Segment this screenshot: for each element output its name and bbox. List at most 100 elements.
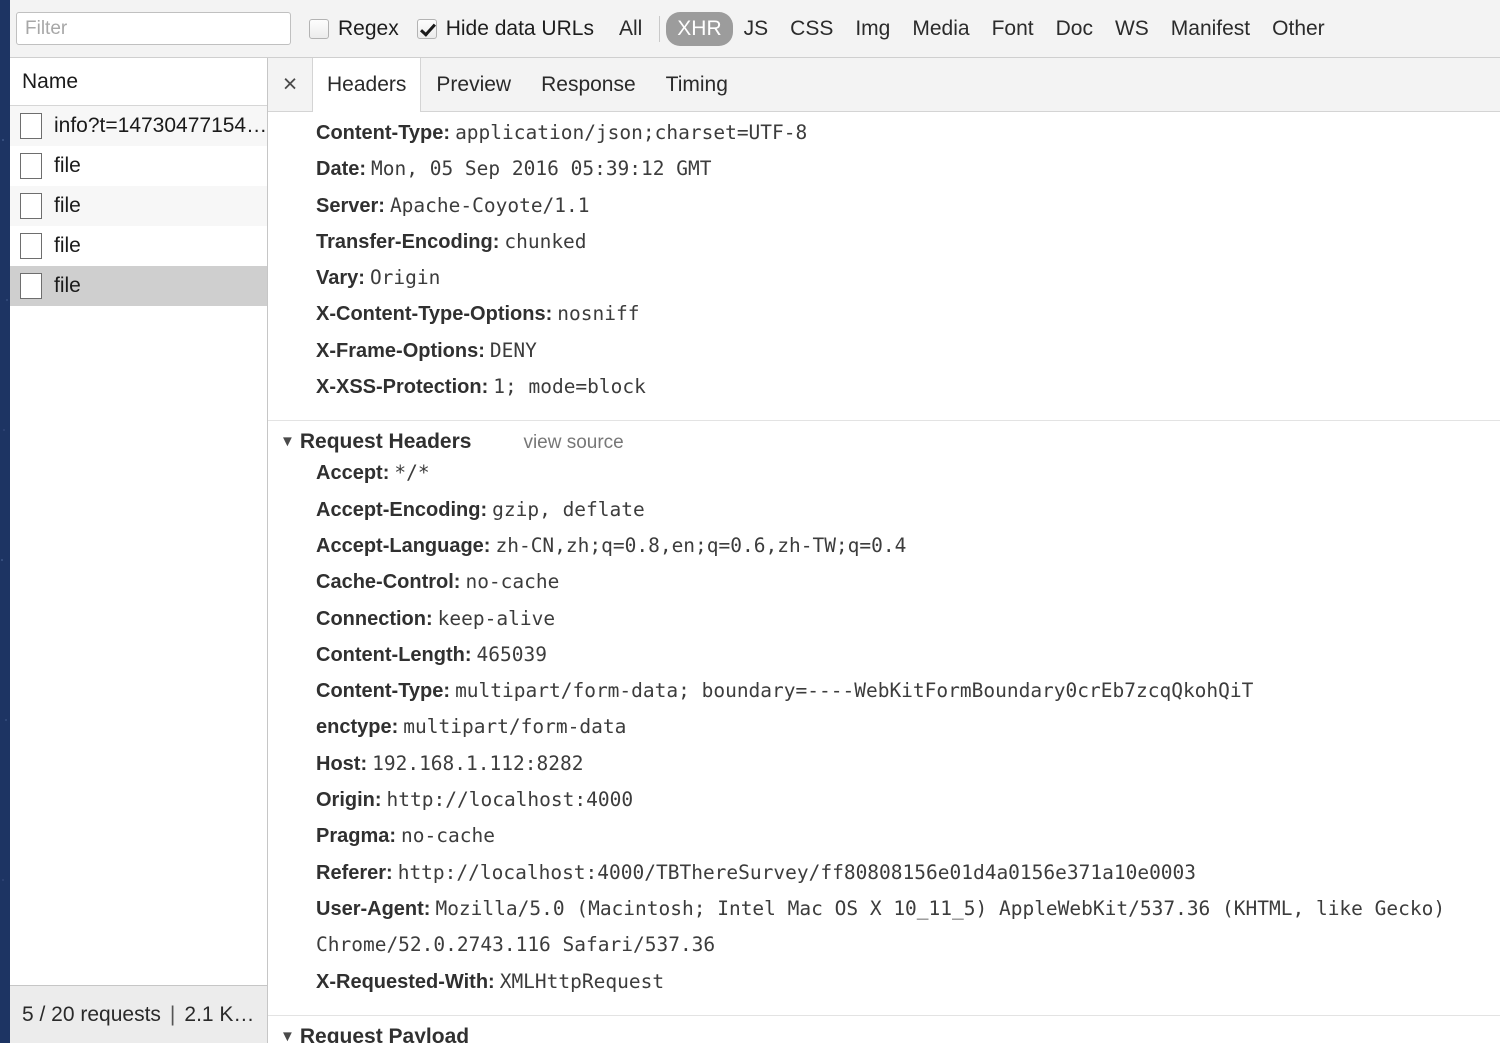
header-row: Cache-Control: no-cache — [268, 567, 1500, 603]
type-filter-img[interactable]: Img — [844, 12, 901, 46]
resource-type-filters: All XHR JS CSS Img Media Font Doc WS Manifest Othe… — [608, 11, 1336, 46]
header-name: Content-Type: — [316, 122, 451, 144]
status-separator: | — [169, 1002, 176, 1026]
type-filter-js[interactable]: JS — [733, 12, 780, 46]
header-value: keep-alive — [437, 606, 556, 630]
header-name: Content-Length: — [316, 643, 472, 666]
regex-checkbox[interactable] — [309, 18, 329, 39]
hide-data-urls-checkbox-group[interactable]: Hide data URLs — [416, 16, 594, 41]
header-name: Cache-Control: — [316, 571, 461, 594]
header-value: Mozilla/5.0 (Macintosh; Intel Mac OS X 1… — [316, 896, 1446, 957]
request-list-item[interactable]: file — [10, 186, 267, 226]
type-filter-css[interactable]: CSS — [779, 12, 844, 46]
header-value: no-cache — [401, 824, 495, 848]
document-icon — [20, 193, 42, 219]
regex-label: Regex — [338, 16, 399, 40]
header-value: http://localhost:4000/TBThereSurvey/ff80… — [397, 860, 1197, 884]
header-value: */* — [394, 461, 430, 485]
filter-input[interactable] — [16, 12, 291, 45]
document-icon — [20, 233, 42, 259]
header-row: X-Content-Type-Options: nosniff — [268, 299, 1500, 335]
header-name: Accept-Encoding: — [316, 498, 488, 521]
type-filter-all[interactable]: All — [608, 12, 653, 46]
close-icon[interactable]: × — [268, 58, 312, 111]
document-icon — [20, 273, 42, 299]
header-row: Content-Length: 465039 — [268, 640, 1500, 676]
request-headers-section: ▼ Request Headers view source Accept: */*… — [268, 420, 1500, 1002]
request-headers-section-header[interactable]: ▼ Request Headers view source — [268, 430, 1500, 454]
document-icon — [20, 153, 42, 179]
header-value: no-cache — [465, 570, 560, 594]
header-row: Origin: http://localhost:4000 — [268, 785, 1500, 821]
header-value: multipart/form-data — [403, 715, 627, 739]
type-filter-font[interactable]: Font — [981, 12, 1045, 46]
header-name: User-Agent: — [316, 897, 431, 920]
request-list-header: Name — [10, 58, 267, 106]
hide-data-urls-checkbox[interactable] — [416, 18, 437, 39]
type-filter-other[interactable]: Other — [1261, 12, 1336, 46]
header-value: XMLHttpRequest — [499, 969, 665, 993]
header-row: Transfer-Encoding: chunked — [268, 227, 1500, 263]
desktop-background-strip — [0, 0, 10, 1043]
header-value: 465039 — [476, 642, 547, 666]
type-filter-doc[interactable]: Doc — [1045, 12, 1104, 46]
header-value: application/json;charset=UTF-8 — [455, 121, 808, 144]
type-filter-ws[interactable]: WS — [1104, 12, 1160, 46]
header-row: Referer: http://localhost:4000/TBThereSur… — [268, 858, 1500, 894]
header-row: Server: Apache-Coyote/1.1 — [268, 191, 1500, 227]
header-row: enctype: multipart/form-data — [268, 712, 1500, 748]
header-name: Vary: — [316, 267, 365, 290]
request-payload-section-header[interactable]: ▼ Request Payload — [268, 1025, 1500, 1043]
transferred-size: 2.1 K… — [184, 1002, 255, 1026]
header-value: Origin — [369, 266, 441, 290]
request-list: info?t=14730477154… file file file file — [10, 106, 267, 306]
header-name: Server: — [316, 194, 385, 217]
header-name: X-Content-Type-Options: — [316, 303, 553, 326]
type-filter-media[interactable]: Media — [901, 12, 980, 46]
request-name: file — [54, 154, 81, 177]
request-name: info?t=14730477154… — [54, 114, 267, 137]
header-value: 1; mode=block — [493, 375, 646, 399]
header-name: Origin: — [316, 789, 382, 812]
column-header-name: Name — [22, 69, 79, 93]
header-name: Host: — [316, 752, 368, 775]
request-headers-list: Accept: */* Accept-Encoding: gzip, deflate A… — [268, 458, 1500, 1002]
network-status-bar: 5 / 20 requests | 2.1 K… — [10, 985, 268, 1043]
header-name: Pragma: — [316, 825, 397, 848]
request-list-item[interactable]: file — [10, 146, 267, 186]
header-row: Date: Mon, 05 Sep 2016 05:39:12 GMT — [268, 154, 1500, 190]
tab-timing[interactable]: Timing — [651, 58, 743, 111]
view-source-link[interactable]: view source — [523, 432, 623, 454]
network-filter-toolbar: Regex Hide data URLs All XHRJSCSSImgMedia… — [10, 0, 1500, 58]
type-filter-manifest[interactable]: Manifest — [1160, 12, 1261, 46]
header-name: enctype: — [316, 716, 399, 739]
header-name: Date: — [316, 158, 367, 181]
regex-checkbox-group[interactable]: Regex — [309, 17, 399, 41]
header-name: Accept-Language: — [316, 534, 491, 557]
header-row: Content-Type: multipart/form-data; bounda… — [268, 676, 1500, 712]
request-list-item[interactable]: info?t=14730477154… — [10, 106, 267, 146]
header-row: X-XSS-Protection: 1; mode=block — [268, 372, 1500, 408]
header-row: Content-Type: application/json;charset=UT… — [268, 118, 1500, 154]
header-name: X-XSS-Protection: — [316, 376, 489, 399]
header-value: gzip, deflate — [492, 497, 645, 521]
header-row: X-Frame-Options: DENY — [268, 336, 1500, 372]
tab-response[interactable]: Response — [526, 58, 651, 111]
header-row: Accept-Encoding: gzip, deflate — [268, 495, 1500, 531]
hide-data-urls-label: Hide data URLs — [445, 16, 594, 40]
header-name: Content-Type: — [316, 680, 451, 703]
tab-headers[interactable]: Headers — [312, 58, 422, 112]
header-row: Vary: Origin — [268, 263, 1500, 299]
chevron-down-icon[interactable]: ▼ — [280, 1029, 295, 1043]
request-name: file — [54, 234, 81, 257]
request-name: file — [54, 274, 81, 297]
headers-content: Content-Type: application/json;charset=UT… — [268, 112, 1500, 1043]
request-list-item[interactable]: file — [10, 266, 267, 306]
header-value: multipart/form-data; boundary=----WebKit… — [455, 679, 1254, 703]
request-list-item[interactable]: file — [10, 226, 267, 266]
tab-preview[interactable]: Preview — [421, 58, 526, 111]
header-row: User-Agent: Mozilla/5.0 (Macintosh; Intel… — [268, 894, 1500, 967]
chevron-down-icon[interactable]: ▼ — [280, 434, 295, 449]
header-name: Referer: — [316, 861, 393, 884]
type-filter-xhr[interactable]: XHR — [666, 11, 733, 46]
